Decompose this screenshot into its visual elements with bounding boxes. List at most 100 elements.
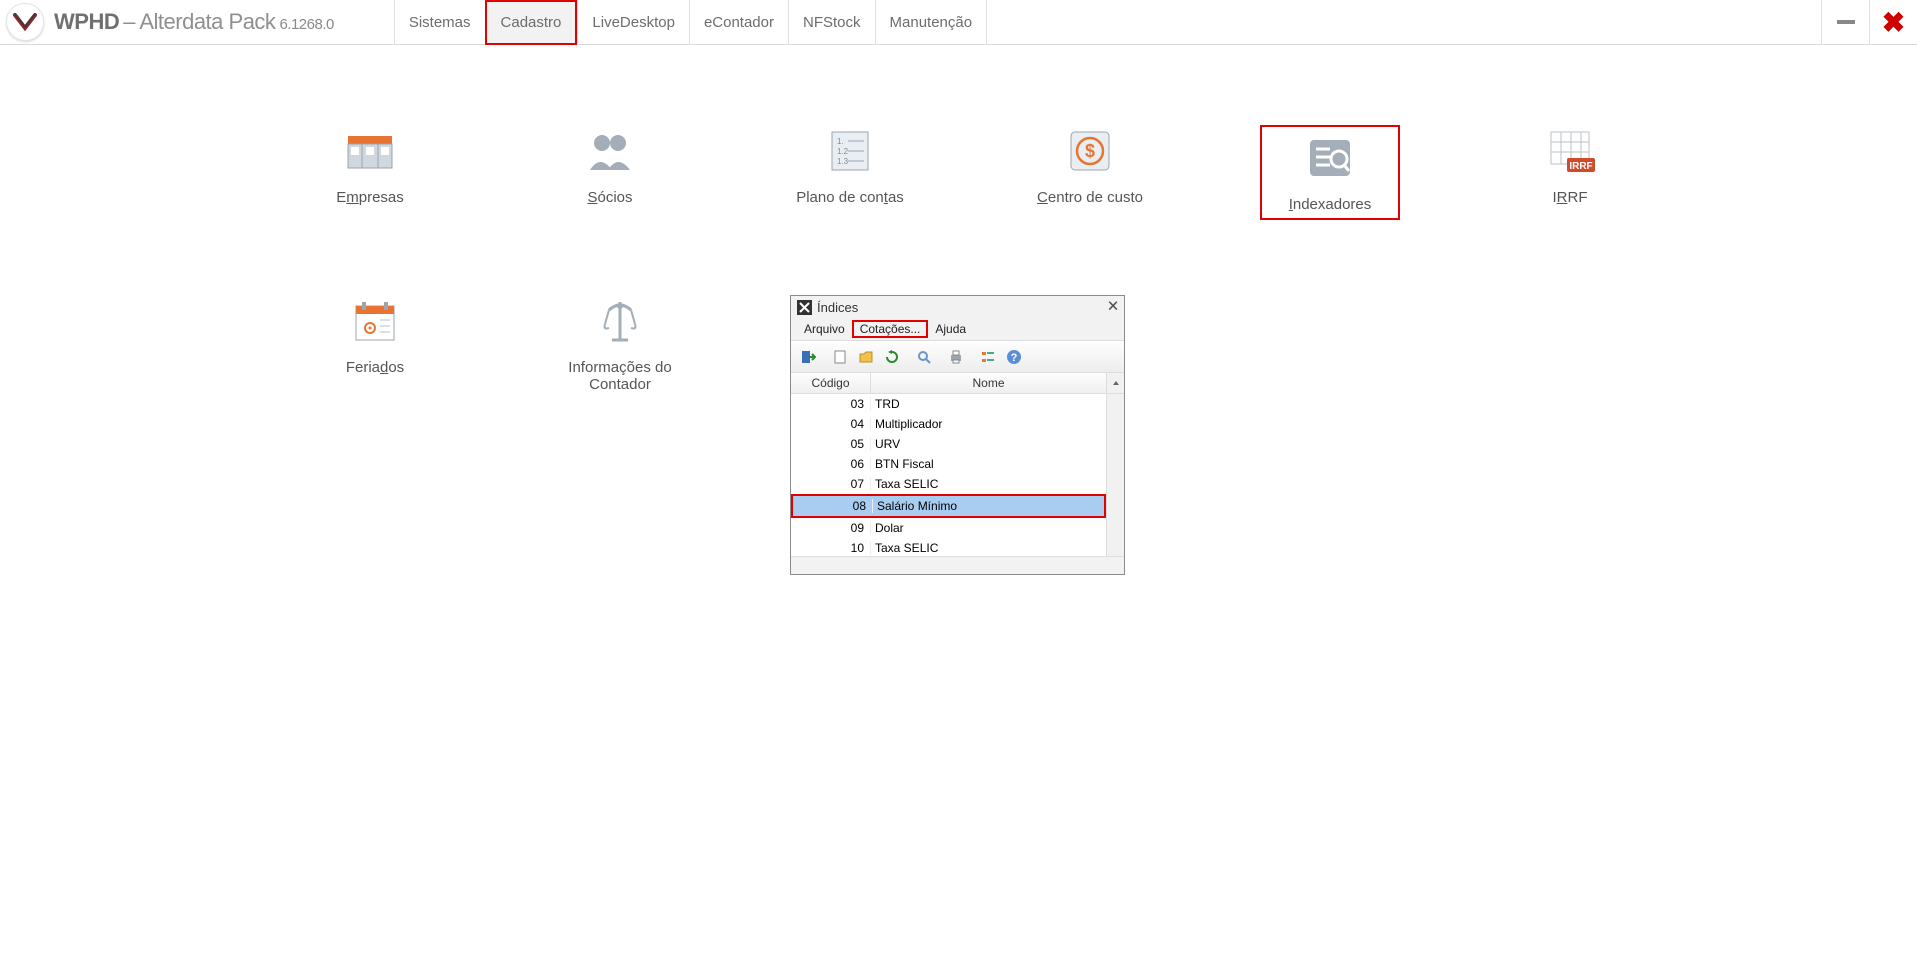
icon-irrf[interactable]: IRRFIRRF — [1500, 125, 1640, 220]
table-header: CódigoNome — [791, 373, 1124, 394]
svg-text:1.3: 1.3 — [837, 157, 849, 166]
icon-plano-de-contas[interactable]: 1.1.21.3 Plano de contas — [780, 125, 920, 220]
cell-codigo: 10 — [791, 541, 871, 555]
cell-codigo: 04 — [791, 417, 871, 431]
close-icon: ✖ — [1882, 6, 1905, 39]
dialog-menu: ArquivoCotações...Ajuda — [791, 318, 1124, 340]
exit-icon — [800, 349, 816, 365]
app-version: 6.1268.0 — [279, 16, 333, 33]
menu-item-econtador[interactable]: eContador — [689, 0, 788, 45]
dialog-menu-arquivo[interactable]: Arquivo — [797, 321, 852, 337]
cell-nome: TRD — [871, 397, 1088, 411]
scroll-up-button[interactable] — [1106, 373, 1124, 393]
dialog-menu-ajuda[interactable]: Ajuda — [928, 321, 973, 337]
socios-icon — [584, 125, 636, 177]
cell-codigo: 08 — [793, 499, 873, 513]
scrollbar[interactable] — [1106, 394, 1124, 556]
dialog-titlebar[interactable]: Índices 🗙 — [791, 296, 1124, 318]
dialog-body: CódigoNome03TRD04Multiplicador05URV06BTN… — [791, 373, 1124, 556]
toolbar-button[interactable] — [853, 344, 879, 369]
cell-codigo: 03 — [791, 397, 871, 411]
cell-nome: Multiplicador — [871, 417, 1088, 431]
dialog-menu-cotações[interactable]: Cotações... — [852, 320, 929, 338]
icon-label: Informações doContador — [568, 359, 671, 393]
app-title: WPHD – Alterdata Pack 6.1268.0 — [54, 9, 334, 35]
dialog-icon — [797, 300, 812, 315]
cell-nome: Taxa SELIC — [871, 477, 1088, 491]
toolbar-button[interactable] — [795, 344, 821, 369]
table-row[interactable]: 09Dolar — [791, 518, 1106, 538]
cell-codigo: 05 — [791, 437, 871, 451]
toolbar-button[interactable] — [943, 344, 969, 369]
col-codigo[interactable]: Código — [791, 373, 871, 393]
app-title-rest: – Alterdata Pack — [123, 9, 275, 35]
icon-informacoes-do-contador[interactable]: Informações doContador — [545, 295, 695, 393]
icon-label: Sócios — [587, 189, 632, 206]
svg-text:1.2: 1.2 — [837, 147, 849, 156]
table-row[interactable]: 03TRD — [791, 394, 1106, 414]
cell-codigo: 06 — [791, 457, 871, 471]
refresh-icon — [884, 349, 900, 365]
cell-nome: BTN Fiscal — [871, 457, 1088, 471]
logo-icon — [12, 12, 38, 33]
icon-row-1: Empresas Sócios 1.1.21.3 Plano de contas $ Ce… — [0, 125, 1917, 220]
table-row[interactable]: 05URV — [791, 434, 1106, 454]
informacoes-do-contador-icon — [594, 295, 646, 347]
cell-nome: URV — [871, 437, 1088, 451]
toolbar-button[interactable] — [879, 344, 905, 369]
toolbar-button[interactable]: ? — [1001, 344, 1027, 369]
dialog-title: Índices — [817, 300, 858, 315]
svg-text:1.: 1. — [837, 137, 844, 146]
icon-centro-de-custo[interactable]: $ Centro de custo — [1020, 125, 1160, 220]
minimize-button[interactable] — [1821, 0, 1869, 45]
table-rows: 03TRD04Multiplicador05URV06BTN Fiscal07T… — [791, 394, 1106, 556]
main-menu: SistemasCadastroLiveDesktopeContadorNFSt… — [394, 0, 987, 45]
search-icon — [916, 349, 932, 365]
indexadores-icon — [1304, 132, 1356, 184]
toolbar-button[interactable] — [911, 344, 937, 369]
menu-item-livedesktop[interactable]: LiveDesktop — [577, 0, 689, 45]
toolbar-button[interactable] — [975, 344, 1001, 369]
top-bar: WPHD – Alterdata Pack 6.1268.0 SistemasC… — [0, 0, 1917, 45]
new-icon — [832, 349, 848, 365]
table-row[interactable]: 10Taxa SELIC — [791, 538, 1106, 556]
menu-item-nfstock[interactable]: NFStock — [788, 0, 875, 45]
icon-indexadores[interactable]: Indexadores — [1260, 125, 1400, 220]
icon-socios[interactable]: Sócios — [540, 125, 680, 220]
cell-nome: Salário Mínimo — [873, 499, 1086, 513]
app-logo — [6, 3, 44, 41]
plano-de-contas-icon: 1.1.21.3 — [824, 125, 876, 177]
icon-label: Plano de contas — [796, 189, 904, 206]
cell-nome: Taxa SELIC — [871, 541, 1088, 555]
icon-empresas[interactable]: Empresas — [300, 125, 440, 220]
table-row[interactable]: 08Salário Mínimo — [791, 494, 1106, 518]
dialog-close-button[interactable]: 🗙 — [1108, 296, 1118, 318]
svg-text:IRRF: IRRF — [1569, 161, 1592, 172]
open-icon — [858, 349, 874, 365]
icon-label: Empresas — [336, 189, 404, 206]
cell-codigo: 07 — [791, 477, 871, 491]
icon-row-2: FeriadosInformações doContadorÍndices🗙Ar… — [0, 295, 1917, 575]
table-row[interactable]: 07Taxa SELIC — [791, 474, 1106, 494]
table-row[interactable]: 04Multiplicador — [791, 414, 1106, 434]
icon-label: Centro de custo — [1037, 189, 1143, 206]
minimize-icon — [1837, 20, 1855, 24]
menu-item-cadastro[interactable]: Cadastro — [485, 0, 578, 45]
help-icon: ? — [1006, 349, 1022, 365]
cell-codigo: 09 — [791, 521, 871, 535]
feriados-icon — [349, 295, 401, 347]
close-button[interactable]: ✖ — [1869, 0, 1917, 45]
toolbar-button[interactable] — [827, 344, 853, 369]
icon-label: Feriados — [346, 359, 404, 376]
cell-nome: Dolar — [871, 521, 1088, 535]
table-row[interactable]: 06BTN Fiscal — [791, 454, 1106, 474]
icon-feriados[interactable]: Feriados — [300, 295, 450, 376]
menu-item-sistemas[interactable]: Sistemas — [394, 0, 485, 45]
col-nome[interactable]: Nome — [871, 373, 1106, 393]
menu-item-manutenção[interactable]: Manutenção — [875, 0, 988, 45]
empresas-icon — [344, 125, 396, 177]
dialog-toolbar: ? — [791, 340, 1124, 373]
content-area: Empresas Sócios 1.1.21.3 Plano de contas $ Ce… — [0, 45, 1917, 575]
svg-text:$: $ — [1085, 141, 1095, 161]
indices-dialog: Índices🗙ArquivoCotações...Ajuda?CódigoNo… — [790, 295, 1125, 575]
